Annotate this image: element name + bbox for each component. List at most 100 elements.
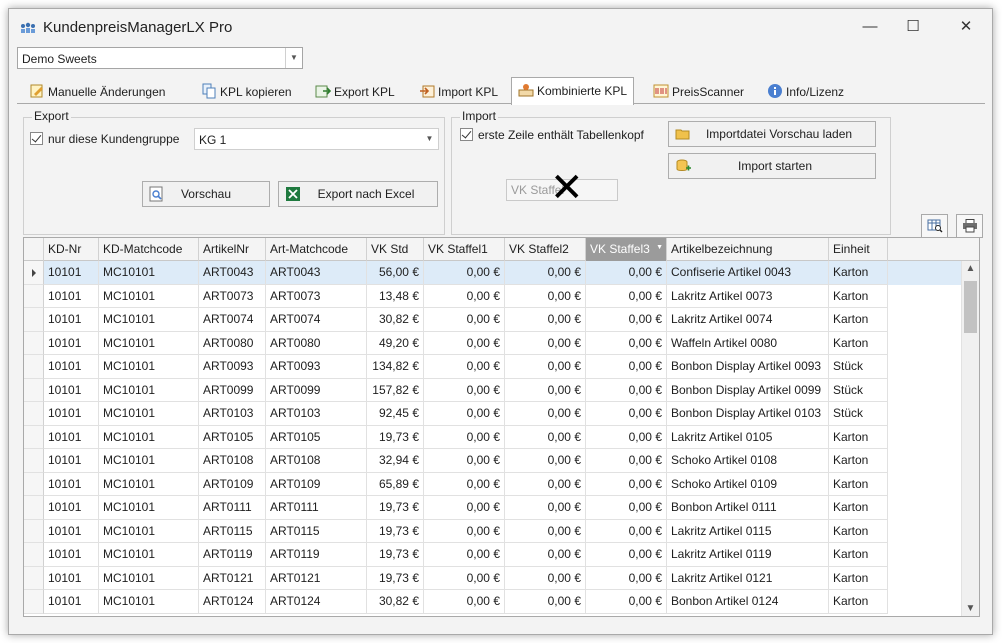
table-cell[interactable]: Karton <box>829 472 888 496</box>
tab-manual-changes[interactable]: Manuelle Änderungen <box>23 81 171 103</box>
table-cell[interactable]: ART0103 <box>199 402 266 426</box>
table-cell[interactable]: ART0109 <box>266 472 367 496</box>
table-cell[interactable]: 0,00 € <box>586 519 667 543</box>
table-cell[interactable]: 0,00 € <box>424 472 505 496</box>
tab-info-license[interactable]: Info/Lizenz <box>761 81 850 103</box>
table-cell[interactable]: 0,00 € <box>424 519 505 543</box>
table-cell[interactable]: ART0109 <box>199 472 266 496</box>
table-cell[interactable]: MC10101 <box>99 308 199 332</box>
maximize-button[interactable]: ☐ <box>898 15 928 39</box>
scroll-thumb[interactable] <box>964 281 977 333</box>
table-cell[interactable]: 0,00 € <box>586 308 667 332</box>
column-header[interactable]: Einheit <box>829 238 888 261</box>
table-cell[interactable]: ART0121 <box>266 566 367 590</box>
table-cell[interactable]: 13,48 € <box>367 284 424 308</box>
table-cell[interactable]: Stück <box>829 402 888 426</box>
column-header[interactable]: KD-Matchcode <box>99 238 199 261</box>
table-cell[interactable]: 0,00 € <box>424 355 505 379</box>
row-indicator[interactable] <box>24 284 44 308</box>
tab-price-scanner[interactable]: PreisScanner <box>647 81 750 103</box>
table-cell[interactable]: 10101 <box>44 425 99 449</box>
table-cell[interactable]: 19,73 € <box>367 496 424 520</box>
table-cell[interactable]: 0,00 € <box>505 425 586 449</box>
table-cell[interactable]: Karton <box>829 331 888 355</box>
table-cell[interactable]: Lakritz Artikel 0115 <box>667 519 829 543</box>
header-row-checkbox[interactable] <box>460 128 473 141</box>
table-cell[interactable]: 0,00 € <box>424 284 505 308</box>
table-cell[interactable]: MC10101 <box>99 472 199 496</box>
table-cell[interactable]: Bonbon Display Artikel 0099 <box>667 378 829 402</box>
table-cell[interactable]: 0,00 € <box>586 402 667 426</box>
minimize-button[interactable]: — <box>855 15 885 39</box>
table-cell[interactable]: Schoko Artikel 0108 <box>667 449 829 473</box>
table-cell[interactable]: 10101 <box>44 519 99 543</box>
table-cell[interactable]: ART0043 <box>199 261 266 285</box>
row-indicator[interactable] <box>24 449 44 473</box>
table-cell[interactable]: 0,00 € <box>586 566 667 590</box>
table-cell[interactable]: 19,73 € <box>367 566 424 590</box>
row-indicator[interactable] <box>24 496 44 520</box>
table-cell[interactable]: ART0080 <box>199 331 266 355</box>
table-cell[interactable]: ART0074 <box>199 308 266 332</box>
row-indicator[interactable] <box>24 543 44 567</box>
table-cell[interactable]: Lakritz Artikel 0073 <box>667 284 829 308</box>
table-cell[interactable]: MC10101 <box>99 402 199 426</box>
table-cell[interactable]: ART0119 <box>199 543 266 567</box>
price-grid[interactable]: KD-Nr KD-Matchcode ArtikelNr Art-Matchcode V… <box>23 237 980 617</box>
table-cell[interactable]: 0,00 € <box>505 284 586 308</box>
table-cell[interactable]: 0,00 € <box>505 355 586 379</box>
table-cell[interactable]: 0,00 € <box>424 449 505 473</box>
table-cell[interactable]: Bonbon Display Artikel 0093 <box>667 355 829 379</box>
table-row[interactable]: 10101 MC10101 ART0109 ART0109 65,89 €0,00 €0… <box>24 472 964 496</box>
table-cell[interactable]: 0,00 € <box>586 496 667 520</box>
column-header[interactable]: VK Staffel2 <box>505 238 586 261</box>
table-cell[interactable]: 10101 <box>44 402 99 426</box>
table-cell[interactable]: ART0124 <box>199 590 266 614</box>
load-import-preview-button[interactable]: Importdatei Vorschau laden <box>668 121 876 147</box>
table-cell[interactable]: 56,00 € <box>367 261 424 285</box>
table-cell[interactable]: ART0043 <box>266 261 367 285</box>
table-row[interactable]: 10101 MC10101 ART0119 ART0119 19,73 €0,00 €0… <box>24 543 964 567</box>
row-indicator[interactable] <box>24 308 44 332</box>
table-cell[interactable]: ART0108 <box>199 449 266 473</box>
scroll-up-icon[interactable]: ▲ <box>962 261 979 277</box>
table-cell[interactable]: 10101 <box>44 331 99 355</box>
row-indicator[interactable] <box>24 425 44 449</box>
table-row[interactable]: 10101 MC10101 ART0103 ART0103 92,45 €0,00 €0… <box>24 402 964 426</box>
table-cell[interactable]: 0,00 € <box>505 543 586 567</box>
table-cell[interactable]: Lakritz Artikel 0119 <box>667 543 829 567</box>
table-cell[interactable]: MC10101 <box>99 261 199 285</box>
table-row[interactable]: 10101 MC10101 ART0115 ART0115 19,73 €0,00 €0… <box>24 519 964 543</box>
table-cell[interactable]: Lakritz Artikel 0074 <box>667 308 829 332</box>
table-cell[interactable]: Lakritz Artikel 0105 <box>667 425 829 449</box>
table-cell[interactable]: Lakritz Artikel 0121 <box>667 566 829 590</box>
table-cell[interactable]: Karton <box>829 496 888 520</box>
table-cell[interactable]: 0,00 € <box>586 449 667 473</box>
table-cell[interactable]: 0,00 € <box>586 543 667 567</box>
table-cell[interactable]: 10101 <box>44 590 99 614</box>
table-row[interactable]: 10101 MC10101 ART0073 ART0073 13,48 €0,00 €0… <box>24 284 964 308</box>
table-cell[interactable]: 10101 <box>44 449 99 473</box>
tab-combined-kpl[interactable]: Kombinierte KPL <box>511 77 635 105</box>
table-cell[interactable]: Confiserie Artikel 0043 <box>667 261 829 285</box>
table-cell[interactable]: Stück <box>829 355 888 379</box>
table-cell[interactable]: 0,00 € <box>505 449 586 473</box>
table-cell[interactable]: 0,00 € <box>424 496 505 520</box>
table-cell[interactable]: Stück <box>829 378 888 402</box>
table-cell[interactable]: 19,73 € <box>367 543 424 567</box>
table-cell[interactable]: ART0124 <box>266 590 367 614</box>
table-cell[interactable]: MC10101 <box>99 355 199 379</box>
row-indicator[interactable] <box>24 402 44 426</box>
table-cell[interactable]: ART0073 <box>266 284 367 308</box>
only-customer-group-checkbox[interactable] <box>30 132 43 145</box>
table-cell[interactable]: Karton <box>829 590 888 614</box>
table-cell[interactable]: 0,00 € <box>505 402 586 426</box>
table-cell[interactable]: 0,00 € <box>586 355 667 379</box>
table-cell[interactable]: ART0108 <box>266 449 367 473</box>
table-row[interactable]: 10101 MC10101 ART0043 ART0043 56,00 €0,00 €0… <box>24 261 964 285</box>
table-cell[interactable]: 0,00 € <box>424 425 505 449</box>
table-cell[interactable]: ART0121 <box>199 566 266 590</box>
table-cell[interactable]: 134,82 € <box>367 355 424 379</box>
table-cell[interactable]: Bonbon Display Artikel 0103 <box>667 402 829 426</box>
table-cell[interactable]: ART0093 <box>199 355 266 379</box>
